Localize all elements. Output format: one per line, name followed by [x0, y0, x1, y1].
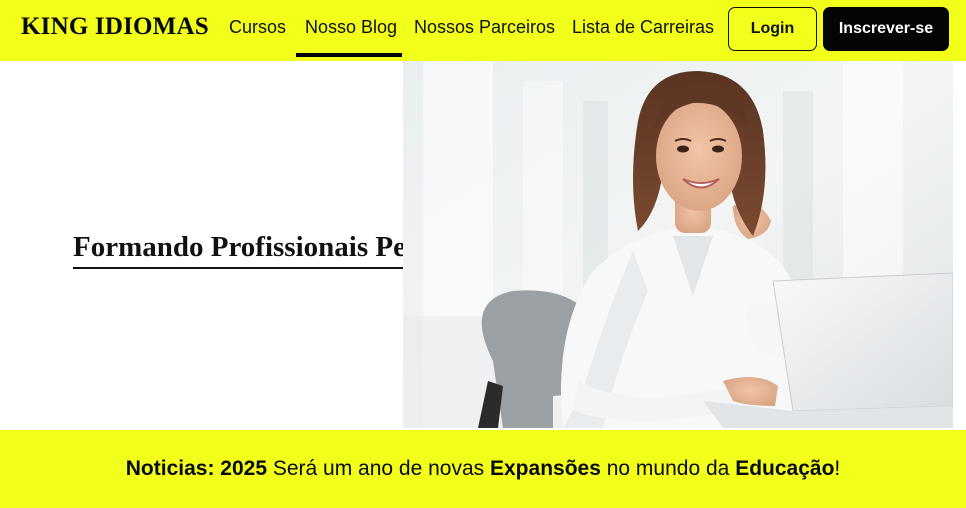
news-highlight-expansoes: Expansões [490, 457, 601, 480]
nav-link-lista-de-carreiras[interactable]: Lista de Carreiras [572, 17, 714, 38]
top-navbar: KING IDIOMAS Cursos Nosso Blog Nossos Pa… [0, 0, 966, 61]
news-text-part2: no mundo da [606, 457, 730, 480]
news-highlight-educacao: Educação [735, 457, 835, 480]
nav-link-cursos[interactable]: Cursos [229, 17, 286, 38]
hero-photo-illustration [403, 61, 953, 428]
woman-with-laptop-photo [403, 61, 953, 428]
news-text: Noticias: 2025 Será um ano de novas Expa… [126, 457, 841, 481]
news-label: Noticias: [125, 457, 215, 480]
news-banner: Noticias: 2025 Será um ano de novas Expa… [0, 430, 966, 508]
login-button[interactable]: Login [728, 7, 817, 51]
news-end: ! [834, 457, 841, 480]
nav-link-nosso-blog[interactable]: Nosso Blog [305, 17, 397, 38]
news-text-part1: Será um ano de novas [272, 457, 485, 480]
nav-link-nossos-parceiros[interactable]: Nossos Parceiros [414, 17, 555, 38]
signup-button[interactable]: Inscrever-se [823, 7, 949, 51]
news-year: 2025 [220, 457, 267, 480]
nav-active-indicator [296, 53, 402, 57]
brand-logo[interactable]: KING IDIOMAS [21, 13, 209, 41]
hero-section: Formando Profissionais Pelo Mundo [0, 61, 966, 430]
